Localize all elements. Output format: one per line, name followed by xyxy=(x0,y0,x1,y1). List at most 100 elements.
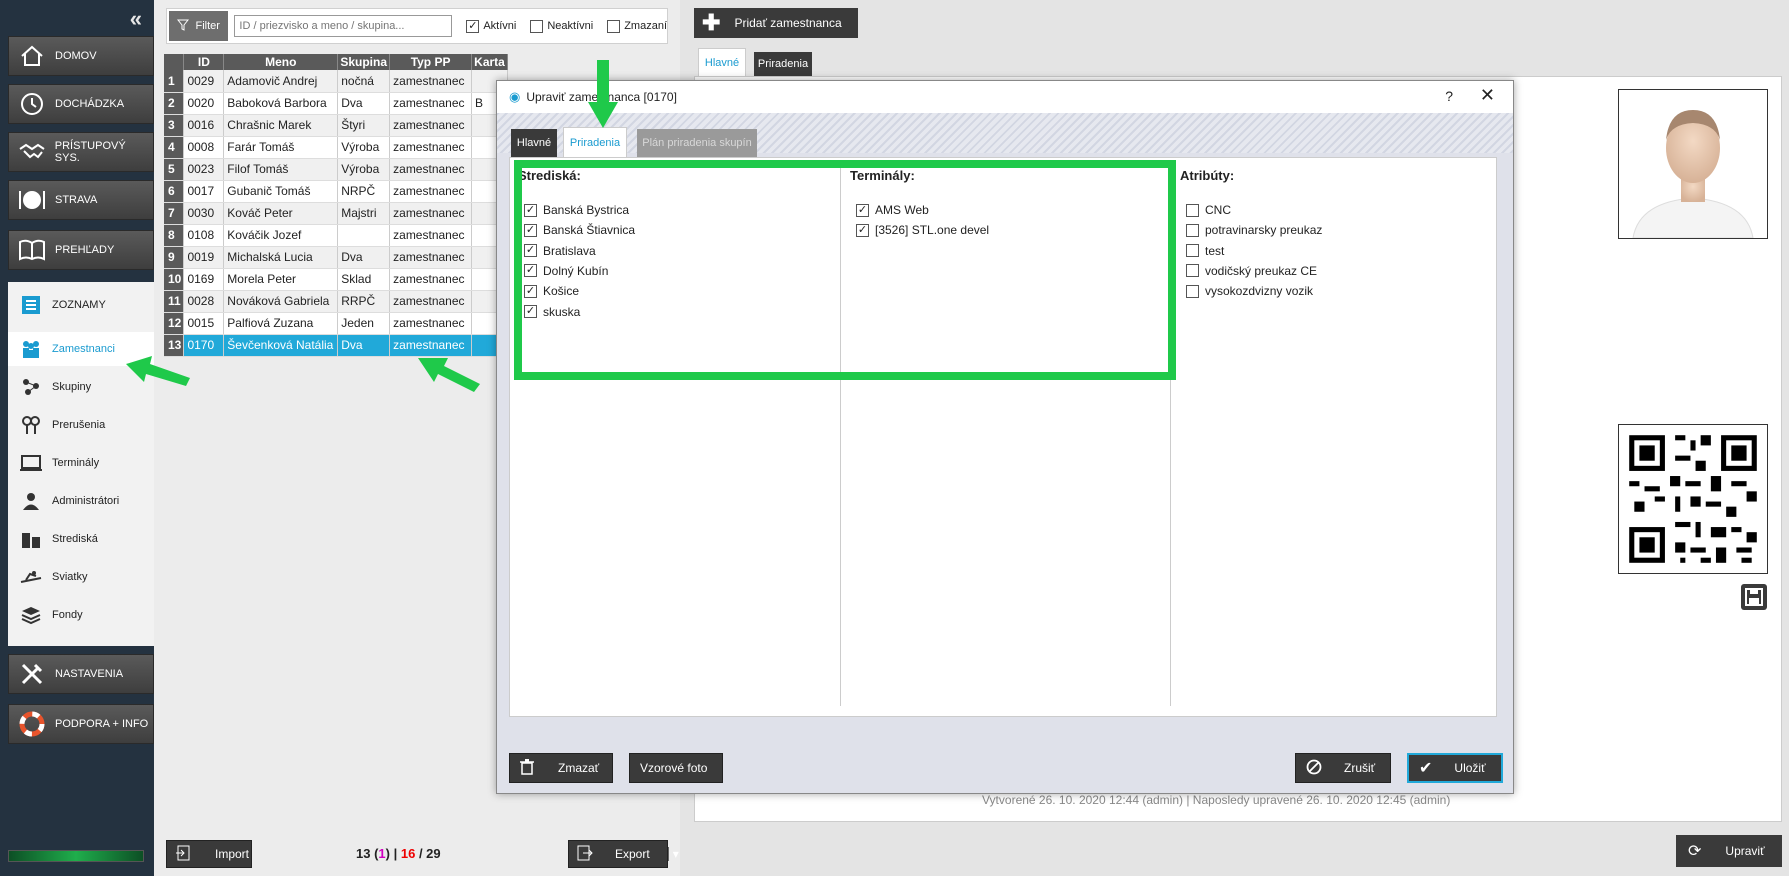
count-pink: 1 xyxy=(378,846,386,861)
sidebar-item-fondy[interactable]: Fondy xyxy=(8,598,154,632)
save-button[interactable]: ✔ Uložiť xyxy=(1407,753,1503,783)
unchecked-box xyxy=(1186,244,1199,258)
list-icon xyxy=(20,294,42,316)
nav-prehlady[interactable]: PREHĽADY xyxy=(8,230,154,270)
option-label: test xyxy=(1205,243,1225,258)
nav-nastavenia[interactable]: NASTAVENIA xyxy=(8,654,154,694)
qr-code-icon xyxy=(1629,435,1757,563)
sidebar-item-prerusenia[interactable]: Prerušenia xyxy=(8,408,154,442)
table-cell: 0017 xyxy=(183,180,225,203)
nav-podpora[interactable]: PODPORA + INFO xyxy=(8,704,154,744)
sidebar-item-label: Skupiny xyxy=(52,381,92,393)
tab-main[interactable]: Hlavné xyxy=(698,48,746,76)
table-cell: Adamovič Andrej xyxy=(223,70,339,93)
sidebar-item-label: Terminály xyxy=(52,457,100,469)
table-row[interactable]: 2 0020 Baboková Barbora Dva zamestnanec B xyxy=(164,92,508,115)
sidebar-item-terminaly[interactable]: Terminály xyxy=(8,446,154,480)
save-image-button[interactable] xyxy=(1741,584,1767,610)
option-label: potravinarsky preukaz xyxy=(1205,223,1323,238)
add-employee-label: Pridať zamestnanca xyxy=(734,16,842,30)
table-row[interactable]: 4 0008 Farár Tomáš Výroba zamestnanec xyxy=(164,136,508,159)
unchecked-box xyxy=(607,19,621,33)
table-row[interactable]: 7 0030 Kováč Peter Majstri zamestnanec xyxy=(164,202,508,225)
delete-button[interactable]: Zmazať xyxy=(509,753,613,783)
active-checkbox[interactable]: ✓ Aktívni xyxy=(466,19,517,33)
table-row[interactable]: 11 0028 Nováková Gabriela RRPČ zamestnanec xyxy=(164,290,508,313)
option-label: vysokozdvizny vozik xyxy=(1205,284,1314,299)
attrs-option[interactable]: test xyxy=(1186,244,1224,258)
caret-down-icon[interactable]: ▾ xyxy=(667,847,679,861)
nav-dochadzka[interactable]: DOCHÁDZKA xyxy=(8,84,154,124)
table-cell: 0030 xyxy=(183,202,225,225)
table-row[interactable]: 6 0017 Gubanič Tomáš NRPČ zamestnanec xyxy=(164,180,508,203)
table-cell: 0008 xyxy=(183,136,225,159)
count-selected: 13 xyxy=(356,846,371,861)
column-header[interactable]: ID xyxy=(183,54,225,70)
attrs-option[interactable]: vysokozdvizny vozik xyxy=(1186,284,1313,298)
sidebar-item-label: Zamestnanci xyxy=(52,343,115,355)
column-header[interactable]: Meno xyxy=(223,54,339,70)
nav-strava[interactable]: STRAVA xyxy=(8,180,154,220)
row-number: 3 xyxy=(164,114,185,137)
nav-label: NASTAVENIA xyxy=(55,668,124,680)
inactive-label: Neaktívni xyxy=(547,20,594,32)
sample-photo-button[interactable]: Vzorové foto xyxy=(629,753,723,783)
column-header[interactable]: Typ PP xyxy=(389,54,473,70)
sidebar-item-strediska[interactable]: Strediská xyxy=(8,522,154,556)
table-row[interactable]: 5 0023 Filof Tomáš Výroba zamestnanec xyxy=(164,158,508,181)
sidebar-item-label: Fondy xyxy=(52,609,83,621)
attrs-option[interactable]: potravinarsky preukaz xyxy=(1186,223,1322,237)
export-button[interactable]: Export ▾ xyxy=(568,840,679,868)
help-button[interactable]: ? xyxy=(1445,88,1453,104)
table-cell: 0028 xyxy=(183,290,225,313)
count-total: 29 xyxy=(426,846,441,861)
table-cell: 0169 xyxy=(183,268,225,291)
chevrons-left-icon[interactable]: « xyxy=(130,6,142,32)
column-header[interactable]: Skupina xyxy=(337,54,391,70)
highlight-box xyxy=(514,160,1176,380)
dialog-tab-group-plan[interactable]: Plán priradenia skupín xyxy=(637,129,757,157)
lists-header[interactable]: ZOZNAMY xyxy=(8,288,154,322)
table-row[interactable]: 1 0029 Adamovič Andrej nočná zamestnanec xyxy=(164,70,508,93)
table-row[interactable]: 9 0019 Michalská Lucia Dva zamestnanec xyxy=(164,246,508,269)
employee-photo[interactable] xyxy=(1618,89,1768,239)
table-cell: Kováč Peter xyxy=(223,202,339,225)
table-row[interactable]: 3 0016 Chrašnic Marek Štyri zamestnanec xyxy=(164,114,508,137)
import-button[interactable]: Import xyxy=(166,840,252,868)
table-cell: Štyri xyxy=(337,114,391,137)
table-cell: Gubanič Tomáš xyxy=(223,180,339,203)
tab-assign[interactable]: Priradenia xyxy=(754,52,812,76)
book-icon xyxy=(17,235,47,265)
cancel-button[interactable]: Zrušiť xyxy=(1295,753,1391,783)
export-icon xyxy=(577,845,593,864)
table-cell: nočná xyxy=(337,70,391,93)
sidebar-item-sviatky[interactable]: Sviatky xyxy=(8,560,154,594)
unchecked-box xyxy=(530,19,544,33)
filter-button[interactable]: Filter xyxy=(169,11,229,41)
attrs-option[interactable]: vodičský preukaz CE xyxy=(1186,264,1317,278)
inactive-checkbox[interactable]: Neaktívni xyxy=(530,19,594,33)
table-cell: Palfiová Zuzana xyxy=(223,312,339,335)
nav-pristupovy[interactable]: PRÍSTUPOVÝ SYS. xyxy=(8,132,154,172)
table-row[interactable]: 8 0108 Kováčik Jozef zamestnanec xyxy=(164,224,508,247)
edit-button[interactable]: ⟳ Upraviť xyxy=(1676,835,1782,867)
employee-table: ID Meno Skupina Typ PP Karta 1 0029 Adamov… xyxy=(164,54,508,357)
table-row[interactable]: 12 0015 Palfiová Zuzana Jeden zamestnanec xyxy=(164,312,508,335)
unchecked-box xyxy=(1186,284,1199,298)
search-input[interactable] xyxy=(234,15,453,37)
column-header[interactable]: Karta xyxy=(471,54,508,70)
table-header-row: ID Meno Skupina Typ PP Karta xyxy=(164,54,508,70)
sidebar-item-administratori[interactable]: Administrátori xyxy=(8,484,154,518)
close-icon[interactable]: ✕ xyxy=(1480,85,1495,106)
dialog-tab-main[interactable]: Hlavné xyxy=(511,129,557,157)
sidebar-item-label: Sviatky xyxy=(52,571,88,583)
table-cell: 0015 xyxy=(183,312,225,335)
add-employee-button[interactable]: ✚ Pridať zamestnanca xyxy=(694,8,858,38)
deleted-checkbox[interactable]: Zmazaní xyxy=(607,19,667,33)
table-row[interactable]: 10 0169 Morela Peter Sklad zamestnanec xyxy=(164,268,508,291)
active-label: Aktívni xyxy=(483,20,517,32)
attrs-option[interactable]: CNC xyxy=(1186,203,1231,217)
dialog-tab-assign[interactable]: Priradenia xyxy=(563,127,627,157)
nav-label: PRÍSTUPOVÝ SYS. xyxy=(54,140,126,164)
nav-domov[interactable]: DOMOV xyxy=(8,36,154,76)
